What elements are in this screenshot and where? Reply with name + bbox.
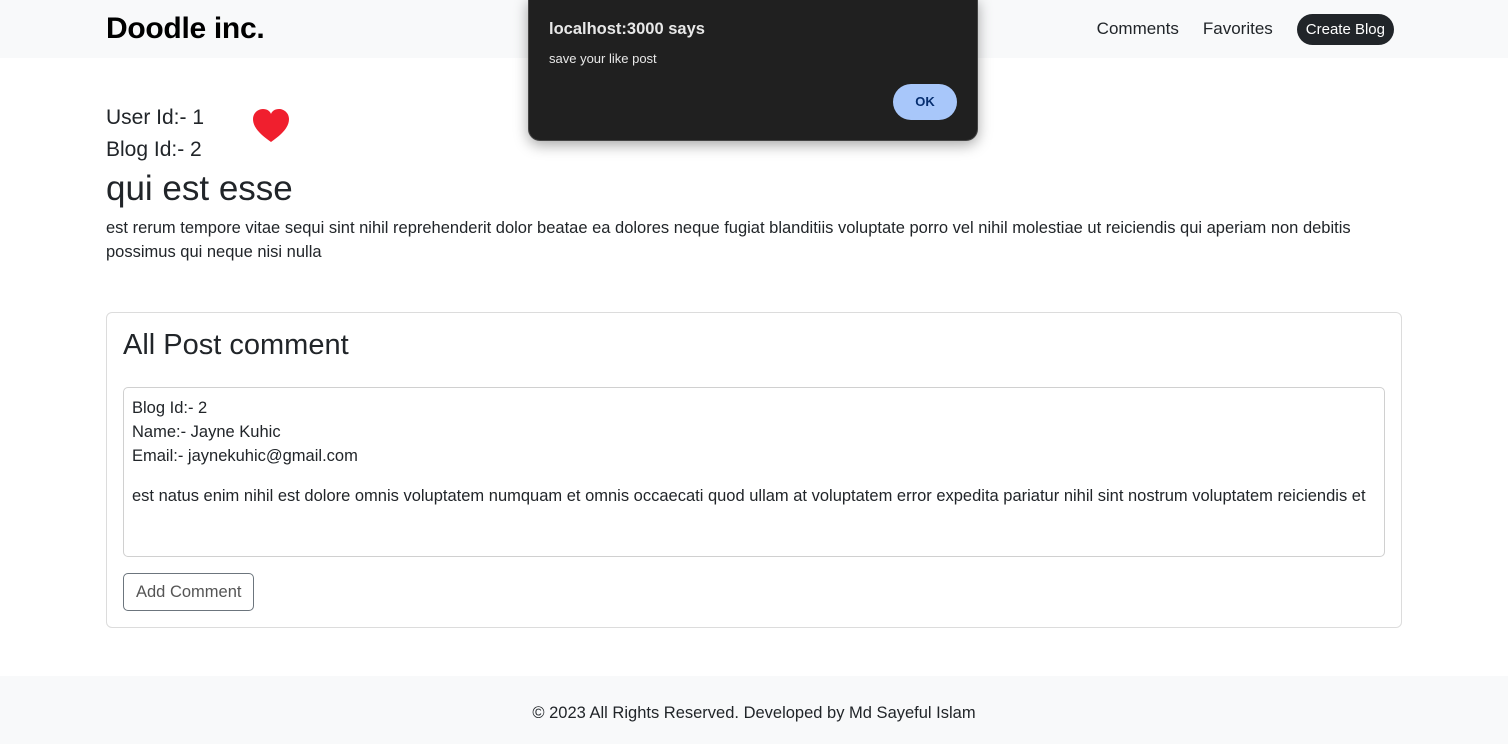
post-body: est rerum tempore vitae sequi sint nihil… xyxy=(106,219,1351,261)
comment-item: Blog Id:- 2 Name:- Jayne Kuhic Email:- j… xyxy=(123,387,1385,557)
nav-link-comments[interactable]: Comments xyxy=(1097,13,1179,45)
heart-icon[interactable] xyxy=(252,108,290,144)
comment-email: Email:- jaynekuhic@gmail.com xyxy=(132,447,358,465)
heart-icon-shape xyxy=(253,109,289,142)
alert-ok-button[interactable]: OK xyxy=(893,84,957,120)
nav-link-favorites[interactable]: Favorites xyxy=(1203,13,1273,45)
alert-title: localhost:3000 says xyxy=(549,20,705,38)
post-title: qui est esse xyxy=(106,169,293,208)
comments-heading: All Post comment xyxy=(123,329,349,361)
blog-id-label: Blog Id:- 2 xyxy=(106,138,202,161)
comments-card: All Post comment Blog Id:- 2 Name:- Jayn… xyxy=(106,312,1402,628)
alert-dialog: localhost:3000 says save your like post … xyxy=(528,0,978,141)
create-blog-button[interactable]: Create Blog xyxy=(1296,13,1394,45)
comment-blog-id: Blog Id:- 2 xyxy=(132,399,208,417)
comment-body: est natus enim nihil est dolore omnis vo… xyxy=(132,487,1366,505)
add-comment-button[interactable]: Add Comment xyxy=(123,573,255,611)
footer-copyright: © 2023 All Rights Reserved. Developed by… xyxy=(532,704,976,722)
user-id-label: User Id:- 1 xyxy=(106,106,205,129)
comment-name: Name:- Jayne Kuhic xyxy=(132,423,281,441)
brand-logo[interactable]: Doodle inc. xyxy=(106,12,265,46)
footer: © 2023 All Rights Reserved. Developed by… xyxy=(0,676,1508,744)
alert-message: save your like post xyxy=(549,51,657,66)
nav-links: Comments Favorites Create Blog xyxy=(1097,13,1394,45)
